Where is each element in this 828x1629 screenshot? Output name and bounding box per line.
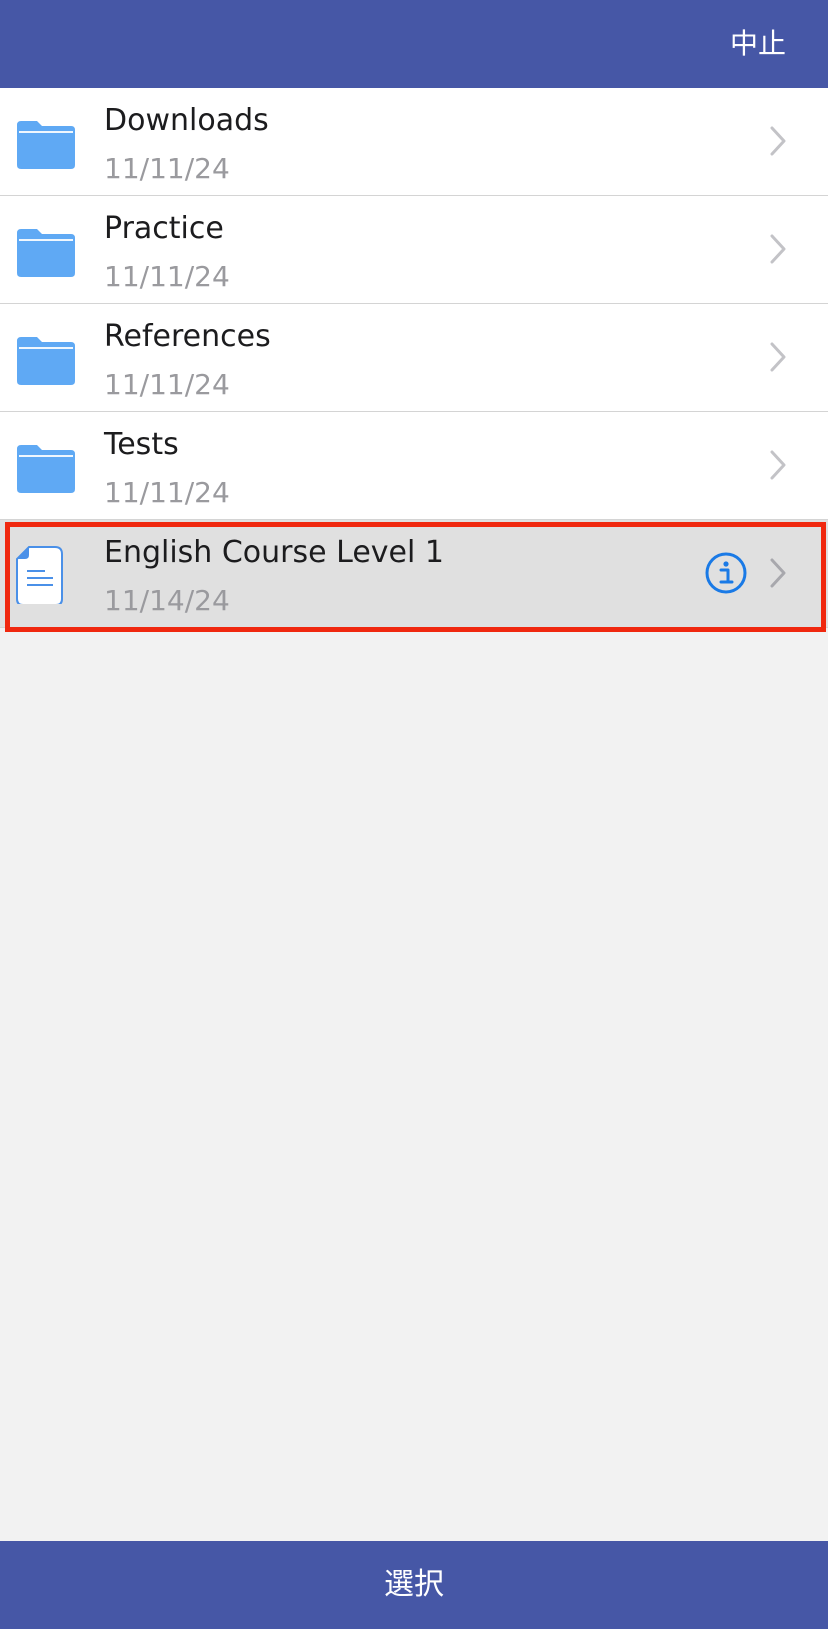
chevron-right-icon	[770, 450, 786, 480]
file-row-english-course-level-1[interactable]: English Course Level 1 11/14/24	[0, 520, 828, 628]
folder-row-practice[interactable]: Practice 11/11/24	[0, 196, 828, 304]
item-name: English Course Level 1	[104, 535, 444, 570]
item-date: 11/11/24	[104, 476, 230, 509]
file-list: Downloads 11/11/24 Practice 11/11/24 Ref…	[0, 88, 828, 628]
document-icon	[16, 546, 63, 604]
folder-icon	[17, 445, 75, 493]
folder-icon	[17, 121, 75, 169]
folder-row-references[interactable]: References 11/11/24	[0, 304, 828, 412]
item-name: Tests	[104, 427, 179, 462]
folder-icon	[17, 229, 75, 277]
folder-row-downloads[interactable]: Downloads 11/11/24	[0, 88, 828, 196]
item-date: 11/14/24	[104, 584, 230, 617]
folder-icon	[17, 337, 75, 385]
chevron-right-icon	[770, 342, 786, 372]
select-button[interactable]: 選択	[0, 1541, 828, 1629]
chevron-right-icon	[770, 234, 786, 264]
item-name: Practice	[104, 211, 224, 246]
item-name: Downloads	[104, 103, 269, 138]
item-name: References	[104, 319, 271, 354]
info-icon[interactable]	[704, 551, 748, 595]
folder-row-tests[interactable]: Tests 11/11/24	[0, 412, 828, 520]
item-date: 11/11/24	[104, 152, 230, 185]
top-bar: 中止	[0, 0, 828, 88]
item-date: 11/11/24	[104, 260, 230, 293]
item-date: 11/11/24	[104, 368, 230, 401]
cancel-button[interactable]: 中止	[730, 26, 786, 62]
chevron-right-icon	[770, 558, 786, 588]
bottom-bar: 選択	[0, 1541, 828, 1629]
chevron-right-icon	[770, 126, 786, 156]
